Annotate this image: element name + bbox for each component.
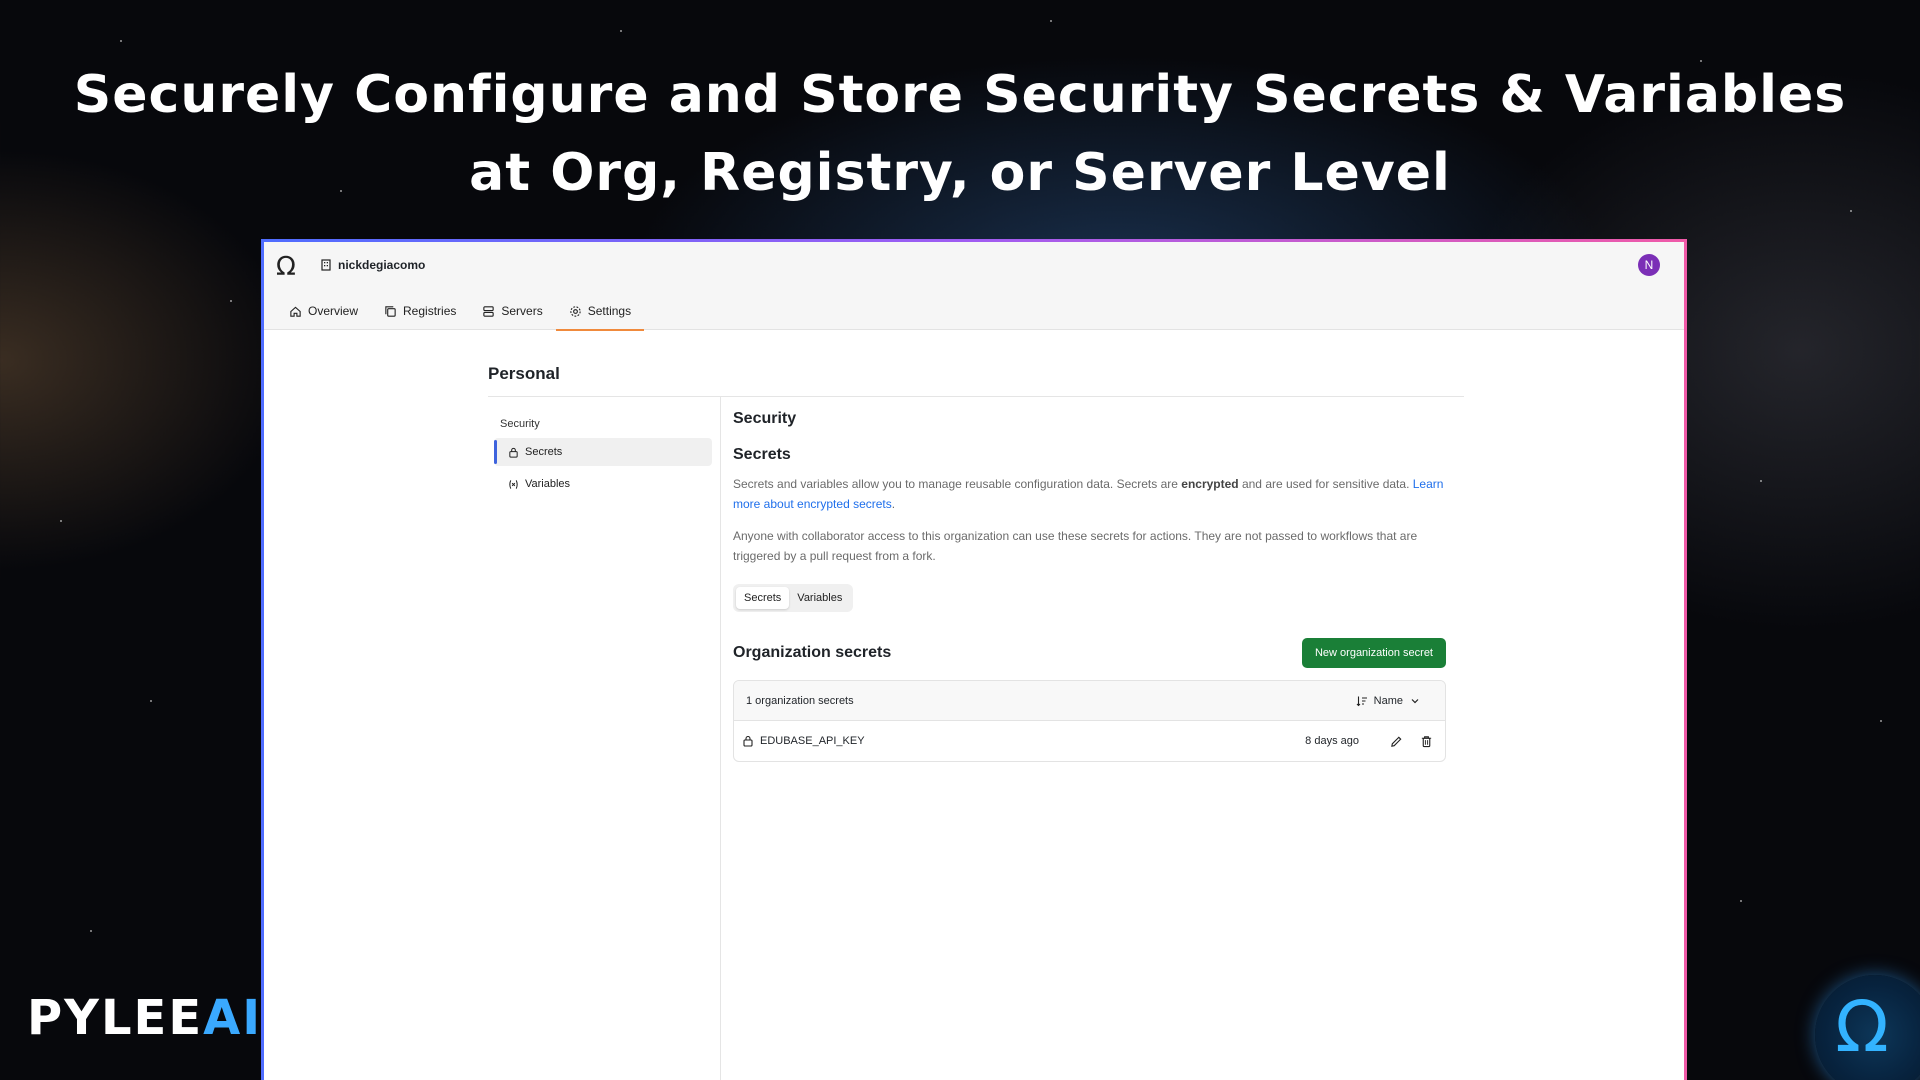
top-bar: Ω nickdegiacomo N Overview Registries Se… [264, 242, 1684, 331]
chevron-down-icon [1411, 698, 1419, 703]
sidebar-item-label: Secrets [525, 446, 563, 458]
org-secrets-header: Organization secrets New organization se… [733, 638, 1446, 668]
collaborator-note: Anyone with collaborator access to this … [733, 529, 1418, 563]
tab-label: Settings [587, 304, 632, 318]
toggle-variables[interactable]: Variables [789, 587, 850, 609]
toggle-secrets[interactable]: Secrets [736, 587, 790, 609]
trash-icon [1421, 735, 1431, 747]
app-window: Ω nickdegiacomo N Overview Registries Se… [264, 242, 1684, 1080]
home-icon [290, 306, 301, 317]
page-headline: Securely Configure and Store Security Se… [0, 56, 1920, 212]
gear-icon [570, 305, 581, 317]
secrets-description: Secrets and variables allow you to manag… [733, 477, 1444, 511]
avatar[interactable]: N [1638, 254, 1660, 276]
edit-secret-button[interactable] [1385, 730, 1407, 752]
divider-vertical [720, 396, 721, 1080]
section-title: Personal [488, 364, 560, 383]
panel-subtitle: Secrets [733, 446, 791, 463]
copy-icon [385, 305, 396, 317]
main-tabs: Overview Registries Servers Settings [276, 292, 645, 331]
secrets-table: 1 organization secrets Name EDUBASE_API_… [733, 680, 1446, 762]
divider [488, 396, 1464, 397]
sort-dropdown[interactable]: Name [1356, 695, 1421, 707]
secret-updated: 8 days ago [1305, 735, 1359, 747]
table-row[interactable]: EDUBASE_API_KEY 8 days ago [734, 721, 1445, 761]
tab-registries[interactable]: Registries [371, 292, 469, 330]
settings-content: Personal Security Secrets Variables Secu… [488, 330, 1464, 1080]
sidebar-item-label: Variables [525, 478, 571, 490]
omega-icon[interactable]: Ω [276, 252, 296, 282]
org-switcher[interactable]: nickdegiacomo [320, 258, 425, 272]
variable-icon [509, 479, 518, 489]
table-header: 1 organization secrets Name [734, 681, 1445, 721]
lock-icon [509, 447, 518, 458]
org-secrets-title: Organization secrets [733, 644, 892, 661]
secret-name: EDUBASE_API_KEY [760, 735, 865, 747]
new-org-secret-button[interactable]: New organization secret [1301, 638, 1446, 668]
secrets-count: 1 organization secrets [746, 694, 854, 707]
pencil-icon [1390, 736, 1401, 747]
brand-logo: PYLEEAI [27, 990, 263, 1046]
sort-icon [1356, 696, 1367, 706]
sidebar-heading: Security [500, 418, 540, 430]
tab-label: Registries [403, 304, 457, 318]
sidebar-item-secrets[interactable]: Secrets [494, 438, 712, 466]
sort-label: Name [1373, 694, 1403, 707]
omega-icon: Ω [1815, 975, 1920, 1080]
tab-servers[interactable]: Servers [469, 292, 555, 330]
delete-secret-button[interactable] [1415, 730, 1437, 752]
tab-overview[interactable]: Overview [276, 292, 371, 330]
tab-label: Servers [501, 304, 543, 318]
server-icon [483, 305, 495, 317]
headline-line-2: at Org, Registry, or Server Level [469, 143, 1451, 203]
secrets-panel: Security Secrets Secrets and variables a… [733, 410, 1446, 762]
app-window-frame: Ω nickdegiacomo N Overview Registries Se… [261, 239, 1687, 1080]
headline-line-1: Securely Configure and Store Security Se… [73, 65, 1847, 125]
secrets-variables-toggle: Secrets Variables [733, 584, 854, 612]
lock-icon [743, 735, 753, 747]
tab-settings[interactable]: Settings [555, 292, 645, 331]
settings-sidebar: Security Secrets Variables [494, 412, 712, 502]
org-name: nickdegiacomo [338, 258, 426, 272]
building-icon [321, 259, 331, 271]
sidebar-item-variables[interactable]: Variables [494, 470, 712, 498]
panel-title: Security [733, 410, 797, 427]
tab-label: Overview [308, 304, 359, 318]
